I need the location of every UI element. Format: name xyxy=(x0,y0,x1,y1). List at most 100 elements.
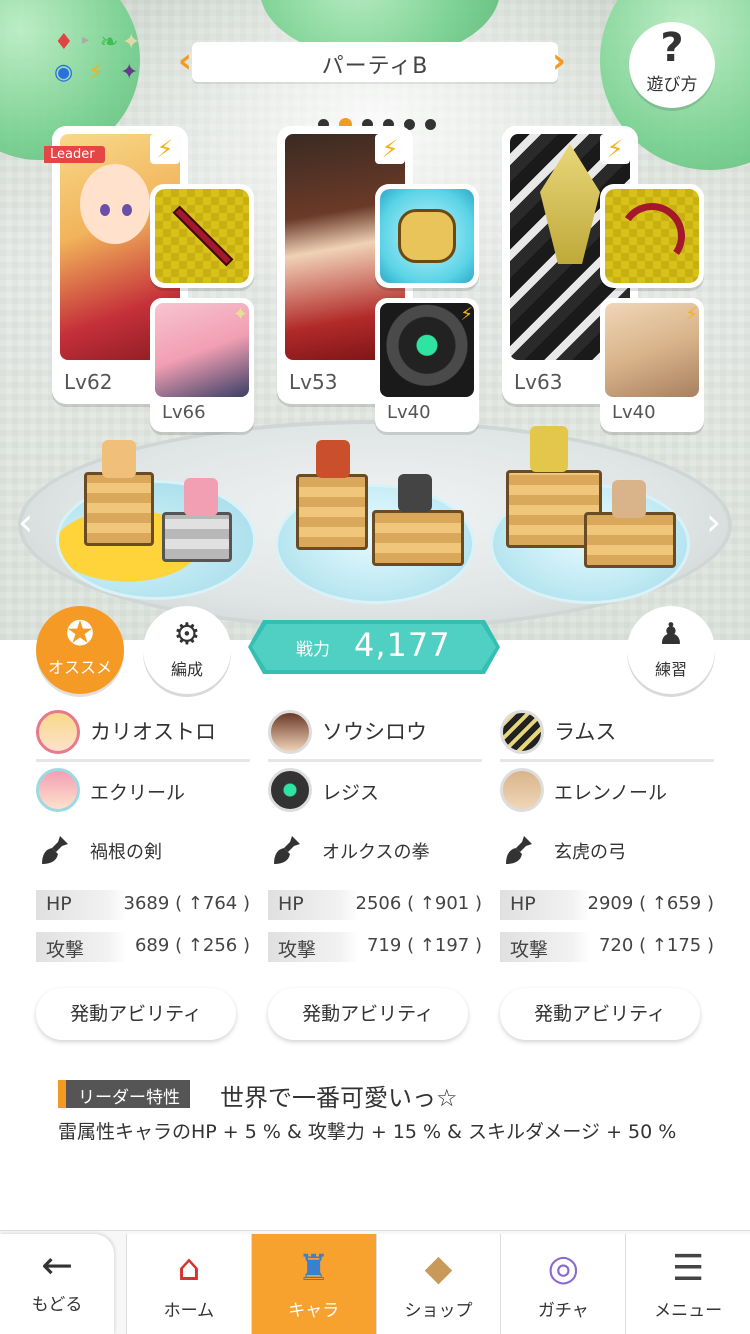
formation-button[interactable]: ⚙ 編成 xyxy=(143,606,231,694)
home-icon: ⌂ xyxy=(177,1248,201,1289)
power-badge: 戦力 4,177 xyxy=(248,620,500,674)
block-1b xyxy=(162,512,232,562)
atk-stat: 攻撃 689 ( ↑256 ) xyxy=(36,932,250,966)
question-mark-icon: ? xyxy=(660,25,684,71)
light-attribute-icon: ✦ xyxy=(232,304,248,325)
element-filter-icons[interactable]: ♦ ▸ ❧ ✦ ◉ ⚡ ✦ xyxy=(50,30,145,90)
hp-value: 2506 ( ↑901 ) xyxy=(356,893,482,914)
party-column-3: ラムス エレンノール 玄虎の弓 HP 2909 ( ↑659 ) 攻撃 720 … xyxy=(500,704,714,966)
scroll-right-arrow-icon[interactable]: › xyxy=(706,500,721,544)
weapon-row[interactable]: 玄虎の弓 xyxy=(500,822,714,882)
sub-chara-card-1[interactable]: ✦ Lv66 xyxy=(150,298,254,432)
block-2b xyxy=(372,510,464,566)
hp-tag: HP xyxy=(500,890,590,920)
main-chara-row[interactable]: ラムス xyxy=(500,704,714,762)
atk-tag: 攻撃 xyxy=(500,932,590,962)
leader-badge: Leader xyxy=(44,146,105,163)
menu-icon: ☰ xyxy=(671,1248,705,1289)
sub-chara-name: エレンノール xyxy=(554,782,668,804)
atk-tag: 攻撃 xyxy=(268,932,358,962)
weapon-name: 玄虎の弓 xyxy=(554,842,626,863)
back-label: もどる xyxy=(31,1295,83,1315)
main-chara-name: ソウシロウ xyxy=(322,720,427,744)
formation-label: 編成 xyxy=(170,660,203,679)
chara-level: Lv53 xyxy=(289,370,338,394)
tab-shop[interactable]: ◆ ショップ xyxy=(375,1234,501,1334)
ability-button-3[interactable]: 発動アビリティ xyxy=(500,988,700,1040)
atk-value: 719 ( ↑197 ) xyxy=(367,935,482,956)
weapon-row[interactable]: オルクスの拳 xyxy=(268,822,482,882)
weapon-row[interactable]: 禍根の剣 xyxy=(36,822,250,882)
tab-label: ガチャ xyxy=(537,1301,589,1321)
atk-bonus: ( ↑175 ) xyxy=(639,935,714,956)
atk-stat: 攻撃 720 ( ↑175 ) xyxy=(500,932,714,966)
tab-home[interactable]: ⌂ ホーム xyxy=(126,1234,251,1334)
block-1a xyxy=(84,472,154,546)
atk-value: 689 ( ↑256 ) xyxy=(135,935,250,956)
chara-sprite xyxy=(530,426,568,472)
block-3b xyxy=(584,512,676,568)
help-label: 遊び方 xyxy=(646,75,698,95)
atk-value: 720 ( ↑175 ) xyxy=(599,935,714,956)
hp-bonus: ( ↑659 ) xyxy=(639,893,714,914)
thunder-attribute-icon: ⚡ xyxy=(150,134,180,164)
thunder-attribute-icon: ⚡ xyxy=(685,304,698,325)
scroll-left-arrow-icon[interactable]: ‹ xyxy=(18,500,33,544)
help-button[interactable]: ? 遊び方 xyxy=(629,22,715,108)
recommend-button[interactable]: ✪ オススメ xyxy=(36,606,124,694)
leader-skill-tag: リーダー特性 xyxy=(58,1080,190,1108)
hp-label: HP xyxy=(510,893,536,915)
practice-button[interactable]: ♟ 練習 xyxy=(627,606,715,694)
thunder-attribute-icon: ⚡ xyxy=(375,134,405,164)
sub-chara-row[interactable]: エクリール xyxy=(36,762,250,822)
tab-gacha[interactable]: ◎ ガチャ xyxy=(500,1234,626,1334)
ability-button-2[interactable]: 発動アビリティ xyxy=(268,988,468,1040)
nav-tabs: ⌂ ホーム ♜ キャラ ◆ ショップ ◎ ガチャ ☰ メニュー xyxy=(126,1234,750,1334)
chara-icon: ♜ xyxy=(297,1248,330,1289)
back-button[interactable]: ← もどる xyxy=(0,1234,114,1334)
hp-bonus: ( ↑764 ) xyxy=(175,893,250,914)
page-dot[interactable] xyxy=(425,119,436,130)
fire-element-icon: ♦ xyxy=(54,30,74,55)
fist-shape xyxy=(398,209,456,263)
tab-label: キャラ xyxy=(288,1301,340,1321)
party-selector: ‹ › パーティB xyxy=(178,42,572,131)
tab-chara[interactable]: ♜ キャラ xyxy=(250,1234,376,1334)
hp-label: HP xyxy=(278,893,304,915)
sub-chara-sprite xyxy=(184,478,218,516)
weapon-shovel-icon xyxy=(274,836,300,864)
bow-shape xyxy=(613,197,691,275)
sub-chara-row[interactable]: エレンノール xyxy=(500,762,714,822)
atk-label: 攻撃 xyxy=(46,939,85,961)
atk-label: 攻撃 xyxy=(510,939,549,961)
hp-value: 2909 ( ↑659 ) xyxy=(588,893,714,914)
power-value: 4,177 xyxy=(354,626,451,664)
sub-chara-row[interactable]: レジス xyxy=(268,762,482,822)
hp-value: 3689 ( ↑764 ) xyxy=(124,893,250,914)
weapon-slot-2[interactable] xyxy=(375,184,479,288)
leader-skill-name: 世界で一番可愛いっ☆ xyxy=(220,1084,458,1112)
weapon-slot-3[interactable] xyxy=(600,184,704,288)
weapon-slot-1[interactable] xyxy=(150,184,254,288)
water-element-icon: ◉ xyxy=(54,60,74,85)
sub-chara-name: エクリール xyxy=(90,782,186,804)
atk-tag: 攻撃 xyxy=(36,932,126,962)
main-chara-row[interactable]: ソウシロウ xyxy=(268,704,482,762)
sub-chara-sprite xyxy=(612,480,646,518)
tab-menu[interactable]: ☰ メニュー xyxy=(625,1234,750,1334)
atk-stat: 攻撃 719 ( ↑197 ) xyxy=(268,932,482,966)
sub-chara-level: Lv40 xyxy=(387,402,431,423)
avatar xyxy=(36,768,80,812)
sub-chara-card-2[interactable]: ⚡ Lv40 xyxy=(375,298,479,432)
hp-number: 3689 xyxy=(123,893,170,914)
face-shape xyxy=(80,164,150,244)
ability-button-1[interactable]: 発動アビリティ xyxy=(36,988,236,1040)
atk-bonus: ( ↑256 ) xyxy=(175,935,250,956)
main-chara-row[interactable]: カリオストロ xyxy=(36,704,250,762)
main-chara-name: カリオストロ xyxy=(90,720,216,744)
sub-chara-card-3[interactable]: ⚡ Lv40 xyxy=(600,298,704,432)
sword-blade-shape xyxy=(172,205,234,267)
bow-icon xyxy=(605,189,699,283)
eye-shape xyxy=(100,204,110,216)
weapon-shovel-icon xyxy=(42,836,68,864)
